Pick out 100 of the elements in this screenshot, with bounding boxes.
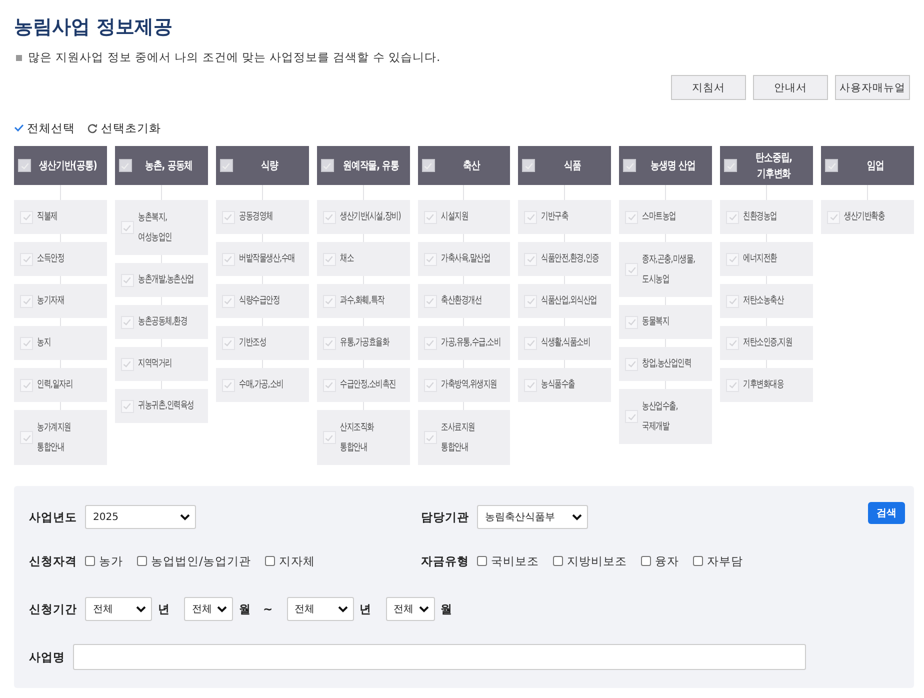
checkbox[interactable] bbox=[322, 252, 336, 266]
checkbox[interactable] bbox=[120, 274, 134, 286]
category-item[interactable]: 농지 bbox=[14, 326, 107, 360]
category-header[interactable]: 식품 bbox=[518, 146, 612, 185]
name-input-field[interactable] bbox=[73, 644, 806, 670]
category-item[interactable]: 귀농귀촌,인력육성 bbox=[114, 389, 208, 423]
checkbox[interactable] bbox=[422, 159, 435, 172]
checkbox[interactable] bbox=[726, 294, 740, 308]
checkbox[interactable] bbox=[424, 210, 437, 224]
category-header[interactable]: 임업 bbox=[821, 146, 914, 185]
category-item[interactable]: 스마트농업 bbox=[619, 200, 712, 234]
category-header[interactable]: 축산 bbox=[418, 146, 510, 185]
category-item[interactable]: 동물복지 bbox=[619, 305, 712, 339]
category-item[interactable]: 가축사육,말산업 bbox=[418, 242, 510, 276]
reset-link[interactable]: 선택초기화 bbox=[87, 120, 161, 136]
checkbox[interactable] bbox=[825, 159, 838, 172]
checkbox[interactable] bbox=[20, 336, 33, 350]
category-item[interactable]: 유통,가공효율화 bbox=[316, 326, 410, 360]
checkbox-option[interactable]: 자부담 bbox=[693, 554, 743, 568]
checkbox[interactable] bbox=[724, 159, 738, 172]
checkbox[interactable] bbox=[322, 378, 336, 392]
category-item[interactable]: 농촌공동체,환경 bbox=[114, 305, 208, 339]
checkbox[interactable] bbox=[424, 252, 437, 266]
category-item[interactable]: 시설지원 bbox=[418, 200, 510, 234]
category-item[interactable]: 식품안전,환경,인증 bbox=[518, 242, 612, 276]
year-select[interactable]: 2025 bbox=[85, 505, 196, 529]
checkbox[interactable] bbox=[118, 159, 132, 172]
category-item[interactable]: 농가계지원 통합안내 bbox=[14, 410, 107, 465]
checkbox[interactable] bbox=[625, 410, 638, 423]
checkbox[interactable] bbox=[424, 431, 437, 444]
category-item[interactable]: 창업,농산업인력 bbox=[619, 347, 712, 381]
category-item[interactable]: 에너지전환 bbox=[720, 242, 814, 276]
category-item[interactable]: 소득안정 bbox=[14, 242, 107, 276]
checkbox[interactable] bbox=[20, 252, 33, 266]
category-item[interactable]: 저탄소농축산 bbox=[720, 284, 814, 318]
checkbox[interactable] bbox=[20, 378, 33, 392]
checkbox[interactable] bbox=[20, 210, 33, 224]
category-item[interactable]: 농촌복지, 여성농업인 bbox=[114, 200, 208, 255]
year-select[interactable]: 전체 bbox=[85, 597, 152, 621]
checkbox[interactable] bbox=[524, 252, 538, 266]
category-item[interactable]: 농촌개발,농촌산업 bbox=[114, 263, 208, 297]
checkbox[interactable] bbox=[18, 159, 31, 172]
checkbox[interactable] bbox=[524, 336, 538, 350]
checkbox[interactable] bbox=[20, 431, 33, 444]
checkbox[interactable] bbox=[222, 336, 235, 350]
checkbox-option[interactable]: 농가 bbox=[85, 554, 123, 568]
category-header[interactable]: 농생명 산업 bbox=[619, 146, 712, 185]
category-item[interactable]: 종자,곤충,미생물, 도시농업 bbox=[619, 242, 712, 297]
checkbox[interactable] bbox=[322, 336, 336, 350]
checkbox[interactable] bbox=[322, 210, 336, 224]
category-item[interactable]: 축산환경개선 bbox=[418, 284, 510, 318]
category-item[interactable]: 과수,화훼,특작 bbox=[316, 284, 410, 318]
category-header[interactable]: 생산기반(공통) bbox=[14, 146, 107, 185]
checkbox[interactable] bbox=[726, 378, 740, 392]
checkbox-option[interactable]: 융자 bbox=[641, 554, 679, 568]
category-item[interactable]: 농산업수출, 국제개발 bbox=[619, 389, 712, 444]
year-select[interactable]: 전체 bbox=[286, 597, 354, 621]
category-item[interactable]: 공동경영체 bbox=[216, 200, 309, 234]
document-button[interactable]: 안내서 bbox=[753, 75, 828, 100]
month-select[interactable]: 전체 bbox=[184, 597, 233, 621]
category-item[interactable]: 저탄소인증,지원 bbox=[720, 326, 814, 360]
category-item[interactable]: 생산기반(시설,장비) bbox=[316, 200, 410, 234]
checkbox-option[interactable]: 농업법인/농업기관 bbox=[137, 554, 251, 568]
category-header[interactable]: 농촌, 공동체 bbox=[114, 146, 208, 185]
checkbox[interactable] bbox=[120, 316, 134, 328]
checkbox[interactable] bbox=[322, 431, 336, 444]
checkbox[interactable] bbox=[222, 378, 235, 392]
checkbox[interactable] bbox=[424, 294, 437, 308]
checkbox[interactable] bbox=[625, 263, 638, 276]
category-item[interactable]: 가공,유통,수급,소비 bbox=[418, 326, 510, 360]
checkbox-option[interactable]: 지자체 bbox=[264, 554, 315, 568]
category-item[interactable]: 기반조성 bbox=[216, 326, 309, 360]
checkbox[interactable] bbox=[524, 294, 538, 308]
category-item[interactable]: 직불제 bbox=[14, 200, 107, 234]
checkbox[interactable] bbox=[524, 210, 538, 224]
category-item[interactable]: 수매,가공,소비 bbox=[216, 368, 309, 402]
category-item[interactable]: 가축방역,위생지원 bbox=[418, 368, 510, 402]
checkbox[interactable] bbox=[222, 210, 235, 224]
category-item[interactable]: 식품산업,외식산업 bbox=[518, 284, 612, 318]
checkbox[interactable] bbox=[726, 336, 740, 350]
checkbox-option[interactable]: 지방비보조 bbox=[553, 554, 627, 568]
checkbox[interactable] bbox=[726, 210, 740, 224]
checkbox[interactable] bbox=[320, 159, 334, 172]
checkbox[interactable] bbox=[120, 358, 134, 370]
checkbox[interactable] bbox=[827, 210, 840, 224]
checkbox[interactable] bbox=[424, 378, 437, 392]
checkbox[interactable] bbox=[522, 159, 536, 172]
checkbox[interactable] bbox=[625, 210, 638, 224]
checkbox[interactable] bbox=[222, 294, 235, 308]
category-item[interactable]: 지역먹거리 bbox=[114, 347, 208, 381]
category-item[interactable]: 농식품수출 bbox=[518, 368, 612, 402]
checkbox[interactable] bbox=[222, 252, 235, 266]
month-select[interactable]: 전체 bbox=[386, 597, 435, 621]
category-item[interactable]: 농기자재 bbox=[14, 284, 107, 318]
document-button[interactable]: 사용자매뉴얼 bbox=[835, 75, 910, 100]
category-item[interactable]: 기후변화대응 bbox=[720, 368, 814, 402]
category-item[interactable]: 수급안정,소비촉진 bbox=[316, 368, 410, 402]
category-item[interactable]: 식량수급안정 bbox=[216, 284, 309, 318]
checkbox[interactable] bbox=[726, 252, 740, 266]
category-item[interactable]: 친환경농업 bbox=[720, 200, 814, 234]
